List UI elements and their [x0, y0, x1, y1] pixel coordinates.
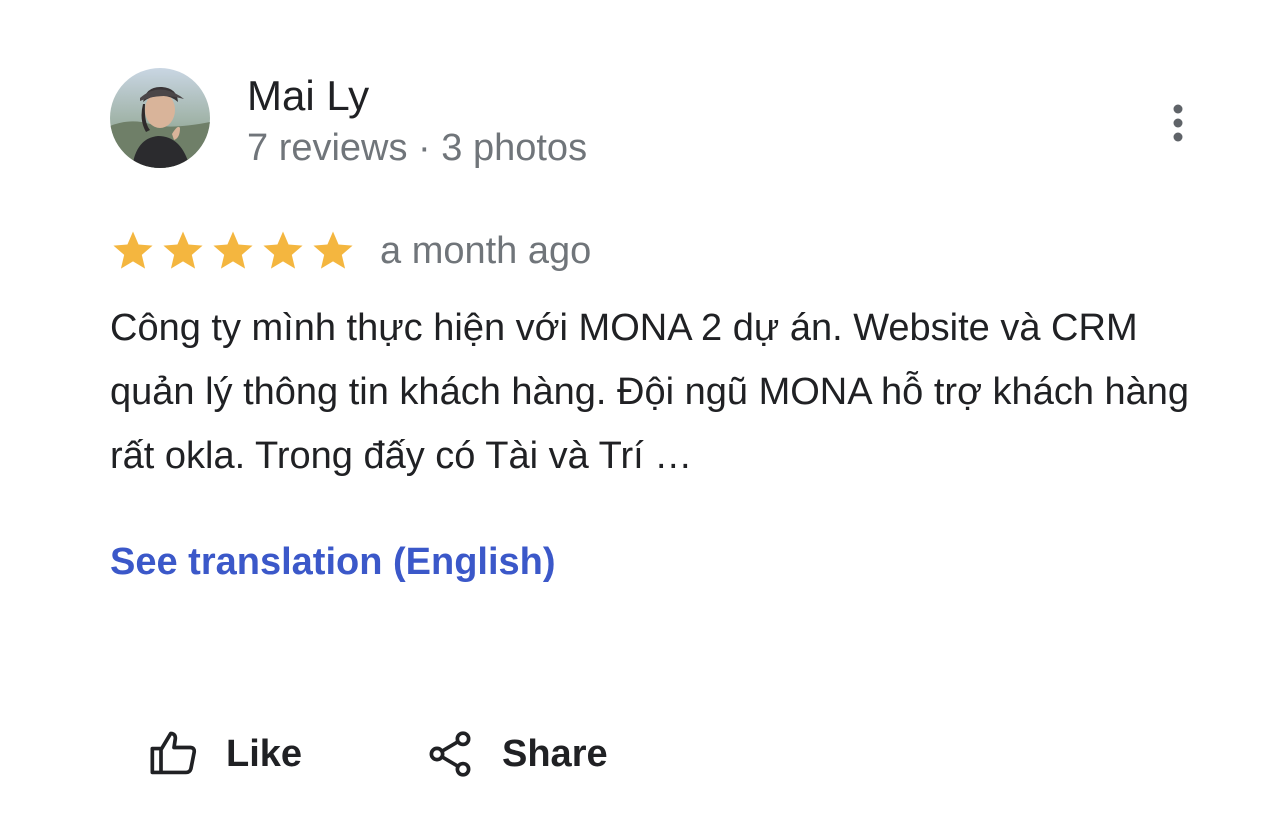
- review-date: a month ago: [380, 230, 592, 272]
- review-card: Mai Ly 7 reviews · 3 photos a month ago …: [0, 0, 1267, 829]
- more-vert-icon: [1173, 104, 1183, 142]
- share-button[interactable]: Share: [424, 724, 608, 784]
- share-label: Share: [502, 732, 608, 775]
- star-rating: [110, 228, 356, 274]
- review-text: Công ty mình thực hiện với MONA 2 dự án.…: [110, 307, 1190, 477]
- like-button[interactable]: Like: [148, 724, 302, 784]
- star-icon: [113, 231, 153, 269]
- see-translation-link[interactable]: See translation (English): [110, 536, 556, 588]
- avatar-photo-icon: [110, 68, 210, 168]
- star-icon: [163, 231, 203, 269]
- author-stats: 7 reviews · 3 photos: [247, 124, 587, 172]
- author-name[interactable]: Mai Ly: [247, 70, 369, 122]
- stats-separator: ·: [407, 127, 442, 169]
- share-icon: [429, 731, 471, 777]
- author-avatar[interactable]: [110, 68, 210, 168]
- thumb-up-icon: [150, 731, 197, 775]
- more-options-button[interactable]: [1150, 95, 1206, 151]
- like-label: Like: [226, 732, 303, 775]
- reviews-count: 7 reviews: [247, 127, 408, 169]
- star-icon: [263, 231, 303, 269]
- star-icon: [213, 231, 253, 269]
- photos-count: 3 photos: [441, 127, 588, 169]
- rating-row: a month ago: [110, 226, 591, 276]
- star-icon: [313, 231, 353, 269]
